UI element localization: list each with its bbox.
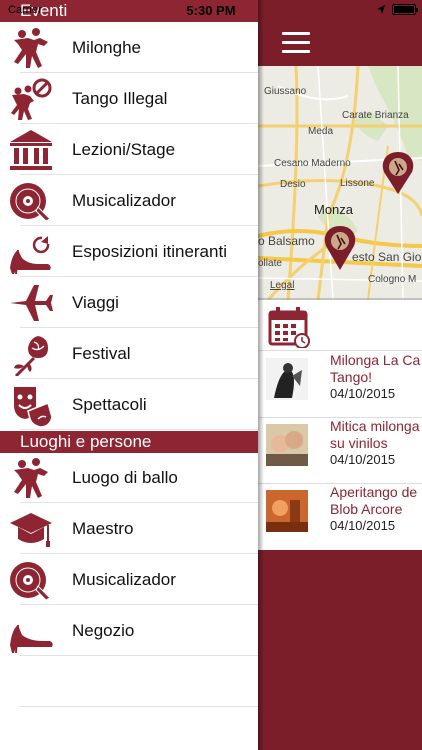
menu-item-label: Lezioni/Stage	[72, 139, 176, 159]
menu-item-festival[interactable]: Festival	[0, 328, 258, 379]
map-view[interactable]: Giussano Carate Brianza Meda Cesano Made…	[258, 66, 422, 300]
building-columns-icon	[8, 128, 54, 172]
menu-item-negozio[interactable]: Negozio	[0, 605, 258, 656]
map-label: Lissone	[340, 178, 375, 189]
menu-item-label: Tango Illegal	[72, 88, 168, 108]
event-title-line2: Blob Arcore	[330, 501, 403, 517]
menu-item-lezioni-stage[interactable]: Lezioni/Stage	[0, 124, 258, 175]
map-label: Meda	[308, 126, 334, 137]
main-content: Giussano Carate Brianza Meda Cesano Made…	[258, 0, 422, 750]
menu-item-label: Musicalizador	[72, 569, 176, 589]
menu-item-musicalizador[interactable]: Musicalizador	[0, 175, 258, 226]
map-legal-link[interactable]: Legal	[270, 280, 294, 291]
event-title-line2: Tango!	[330, 369, 373, 385]
map-label: Cologno M	[368, 274, 417, 285]
status-bar: Carrier 5:30 PM	[0, 0, 422, 22]
dancers-icon	[8, 26, 54, 70]
menu-item-label: Esposizioni itineranti	[72, 241, 227, 261]
menu-item-label: Festival	[72, 343, 131, 363]
menu-item-spettacoli[interactable]: Spettacoli	[0, 379, 258, 430]
rose-icon	[8, 332, 54, 378]
dancers-forbidden-icon	[8, 77, 54, 121]
graduation-cap-icon	[8, 507, 54, 551]
battery-fill	[394, 6, 414, 13]
menu-item-label: Milonghe	[72, 37, 141, 57]
heel-shoe-refresh-icon	[8, 230, 54, 275]
event-title: Mitica milonga su vinilos	[330, 418, 419, 452]
map-label: o Balsamo	[258, 234, 315, 248]
event-row[interactable]: Milonga La Ca Tango! 04/10/2015	[258, 352, 422, 418]
event-date: 04/10/2015	[330, 386, 396, 401]
menu-item-label: Musicalizador	[72, 190, 176, 210]
map-label: Cesano Maderno	[274, 158, 351, 169]
map-label: Giussano	[264, 86, 307, 97]
row-separator	[20, 429, 258, 430]
menu-item-esposizioni-itineranti[interactable]: Esposizioni itineranti	[0, 226, 258, 277]
event-title-line1: Aperitango de	[330, 484, 418, 500]
menu-item-label: Spettacoli	[72, 394, 147, 414]
event-title-line1: Mitica milonga	[330, 418, 420, 434]
dancers-icon	[8, 456, 54, 500]
event-row[interactable]: Mitica milonga su vinilos 04/10/2015	[258, 418, 422, 484]
vinyl-record-icon	[8, 179, 54, 223]
events-panel: Milonga La Ca Tango! 04/10/2015 Mitica mi…	[258, 300, 422, 550]
calendar-icon[interactable]	[266, 306, 312, 349]
menu-item-milonghe[interactable]: Milonghe	[0, 22, 258, 73]
event-title-line2: su vinilos	[330, 435, 388, 451]
menu-item-viaggi[interactable]: Viaggi	[0, 277, 258, 328]
event-thumbnail	[266, 358, 308, 400]
map-label: Monza	[314, 202, 354, 217]
menu-item-tango-illegal[interactable]: Tango Illegal	[0, 73, 258, 124]
divider	[258, 350, 422, 351]
heel-shoe-icon	[8, 609, 54, 654]
menu-item-maestro[interactable]: Maestro	[0, 503, 258, 554]
theater-mask-icon	[8, 383, 54, 428]
event-title: Milonga La Ca Tango!	[330, 352, 420, 386]
panel-shadow	[258, 0, 264, 750]
event-thumbnail	[266, 490, 308, 532]
section-header-luoghi: Luoghi e persone	[0, 431, 258, 453]
menu-item-musicalizador[interactable]: Musicalizador	[0, 554, 258, 605]
side-menu: Eventi Milonghe Tango Illegal Lezioni/Stag…	[0, 0, 258, 750]
map-label: Carate Brianza	[342, 110, 409, 121]
menu-divider	[20, 706, 258, 707]
event-date: 04/10/2015	[330, 452, 396, 467]
menu-item-label: Negozio	[72, 620, 135, 640]
airplane-icon	[8, 281, 54, 325]
vinyl-record-icon	[8, 558, 54, 602]
location-arrow-icon	[377, 5, 385, 14]
event-title-line1: Milonga La Ca	[330, 352, 421, 368]
menu-item-label: Viaggi	[72, 292, 119, 312]
row-separator	[20, 655, 258, 656]
event-thumbnail	[266, 424, 308, 466]
menu-hamburger-icon[interactable]	[282, 32, 310, 54]
map-label: esto San Gio	[352, 250, 422, 264]
event-date: 04/10/2015	[330, 518, 396, 533]
menu-item-luogo-di-ballo[interactable]: Luogo di ballo	[0, 452, 258, 503]
status-time: 5:30 PM	[186, 3, 236, 18]
menu-item-label: Maestro	[72, 518, 134, 538]
event-row[interactable]: Aperitango de Blob Arcore 04/10/2015	[258, 484, 422, 550]
map-label: Desio	[280, 179, 306, 190]
event-title: Aperitango de Blob Arcore	[330, 484, 417, 518]
battery-icon	[392, 4, 418, 15]
status-right	[376, 4, 418, 15]
menu-item-label: Luogo di ballo	[72, 467, 178, 487]
